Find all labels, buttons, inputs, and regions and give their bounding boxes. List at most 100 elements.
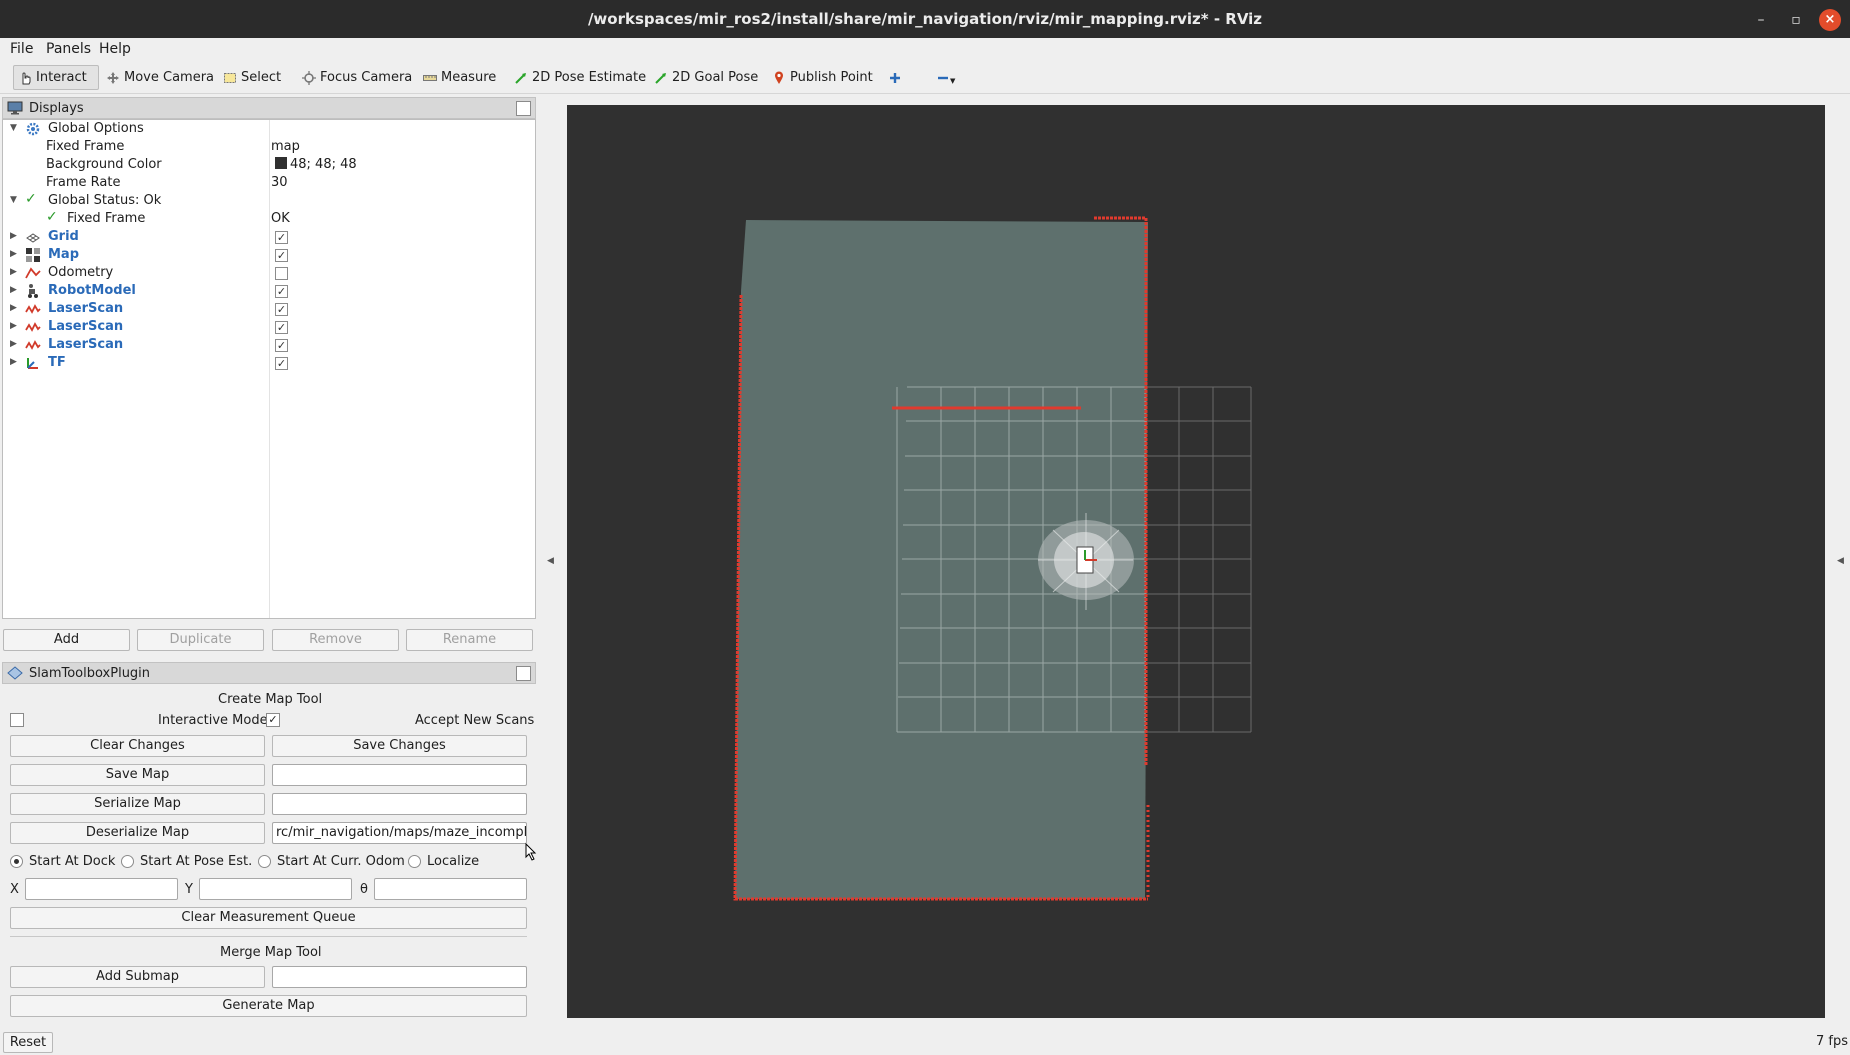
generate-map-button[interactable]: Generate Map <box>10 995 527 1017</box>
minimize-button[interactable]: – <box>1750 9 1772 31</box>
collapsed-arrow-icon[interactable]: ▶ <box>10 357 17 367</box>
add-submap-button[interactable]: Add Submap <box>10 966 265 988</box>
fixed-frame-value[interactable]: map <box>271 139 300 154</box>
tree-row-odometry[interactable]: ▶ Odometry <box>3 264 535 282</box>
deserialize-map-button[interactable]: Deserialize Map <box>10 822 265 844</box>
frame-rate-value[interactable]: 30 <box>271 175 288 190</box>
x-field[interactable] <box>25 878 178 900</box>
grid-label: Grid <box>48 229 79 244</box>
remove-tool-button[interactable]: ▼ <box>932 65 958 90</box>
deserialize-map-path-field[interactable]: rc/mir_navigation/maps/maze_incomplete <box>272 822 527 844</box>
2d-goal-pose-tool[interactable]: 2D Goal Pose <box>650 65 762 90</box>
toolbar: Interact Move Camera Select Focus Camera… <box>0 60 1850 94</box>
publish-point-label: Publish Point <box>790 70 873 85</box>
map-icon <box>26 248 40 262</box>
collapsed-arrow-icon[interactable]: ▶ <box>10 285 17 295</box>
serialize-map-name-field[interactable] <box>272 793 527 815</box>
add-display-button[interactable]: Add <box>3 629 130 651</box>
tree-row-map[interactable]: ▶ Map ✓ <box>3 246 535 264</box>
start-at-dock-radio[interactable] <box>10 855 23 868</box>
localize-label: Localize <box>427 854 480 869</box>
monitor-icon <box>7 101 23 115</box>
add-submap-field[interactable] <box>272 966 527 988</box>
start-at-curr-odom-radio[interactable] <box>258 855 271 868</box>
collapsed-arrow-icon[interactable]: ▶ <box>10 303 17 313</box>
tree-row-laserscan-3[interactable]: ▶ LaserScan ✓ <box>3 336 535 354</box>
tree-row-global-options[interactable]: ▼ Global Options <box>3 120 535 138</box>
interact-tool[interactable]: Interact <box>13 65 99 90</box>
measure-tool[interactable]: Measure <box>419 65 500 90</box>
grid-icon <box>26 233 40 243</box>
2d-pose-estimate-label: 2D Pose Estimate <box>532 70 647 85</box>
tree-row-laserscan-2[interactable]: ▶ LaserScan ✓ <box>3 318 535 336</box>
odometry-icon <box>25 267 41 279</box>
frame-rate-label: Frame Rate <box>46 175 121 190</box>
save-map-button[interactable]: Save Map <box>10 764 265 786</box>
dropdown-arrow-icon[interactable]: ▼ <box>950 77 955 85</box>
collapse-left-arrow-icon[interactable]: ◀ <box>547 556 554 566</box>
reset-button[interactable]: Reset <box>3 1032 53 1053</box>
tree-row-global-status[interactable]: ▼ ✓ Global Status: Ok <box>3 191 535 210</box>
save-changes-button[interactable]: Save Changes <box>272 735 527 757</box>
tree-row-grid[interactable]: ▶ Grid ✓ <box>3 228 535 246</box>
merge-map-tool-heading: Merge Map Tool <box>220 945 322 960</box>
slam-float-button[interactable] <box>516 666 531 681</box>
map-checkbox[interactable]: ✓ <box>275 249 288 262</box>
collapsed-arrow-icon[interactable]: ▶ <box>10 231 17 241</box>
render-viewport[interactable] <box>567 105 1825 1018</box>
publish-point-tool[interactable]: Publish Point <box>768 65 877 90</box>
add-tool-button[interactable] <box>884 65 910 90</box>
tf-checkbox[interactable]: ✓ <box>275 357 288 370</box>
move-camera-tool[interactable]: Move Camera <box>102 65 218 90</box>
expanded-arrow-icon[interactable]: ▼ <box>10 195 17 205</box>
focus-camera-tool[interactable]: Focus Camera <box>298 65 416 90</box>
robotmodel-checkbox[interactable]: ✓ <box>275 285 288 298</box>
accept-new-scans-checkbox[interactable]: ✓ <box>266 713 280 727</box>
theta-field[interactable] <box>374 878 527 900</box>
odometry-checkbox[interactable] <box>275 267 288 280</box>
clear-measurement-queue-button[interactable]: Clear Measurement Queue <box>10 907 527 929</box>
background-color-swatch[interactable]: 48; 48; 48 <box>275 157 357 172</box>
2d-pose-estimate-tool[interactable]: 2D Pose Estimate <box>510 65 650 90</box>
tree-row-tf[interactable]: ▶ TF ✓ <box>3 354 535 372</box>
collapsed-arrow-icon[interactable]: ▶ <box>10 249 17 259</box>
tree-row-frame-rate[interactable]: Frame Rate 30 <box>3 174 535 192</box>
laserscan-icon <box>25 304 41 314</box>
laserscan-icon <box>25 340 41 350</box>
menu-file[interactable]: File <box>10 41 33 57</box>
duplicate-display-button[interactable]: Duplicate <box>137 629 264 651</box>
collapse-right-arrow-icon[interactable]: ◀ <box>1837 556 1844 566</box>
collapsed-arrow-icon[interactable]: ▶ <box>10 267 17 277</box>
clear-changes-button[interactable]: Clear Changes <box>10 735 265 757</box>
menu-help[interactable]: Help <box>99 41 131 57</box>
tf-icon <box>27 358 38 369</box>
maximize-button[interactable]: ▫ <box>1785 9 1807 31</box>
menu-panels[interactable]: Panels <box>46 41 91 57</box>
laserscan-checkbox[interactable]: ✓ <box>275 339 288 352</box>
localize-radio[interactable] <box>408 855 421 868</box>
tree-row-status-fixed-frame[interactable]: ✓ Fixed Frame OK <box>3 209 535 228</box>
tree-row-laserscan-1[interactable]: ▶ LaserScan ✓ <box>3 300 535 318</box>
collapsed-arrow-icon[interactable]: ▶ <box>10 321 17 331</box>
grid-checkbox[interactable]: ✓ <box>275 231 288 244</box>
serialize-map-button[interactable]: Serialize Map <box>10 793 265 815</box>
tree-row-fixed-frame[interactable]: Fixed Frame map <box>3 138 535 156</box>
rename-display-button[interactable]: Rename <box>406 629 533 651</box>
collapsed-arrow-icon[interactable]: ▶ <box>10 339 17 349</box>
close-button[interactable]: × <box>1819 9 1841 31</box>
focus-camera-icon <box>302 70 316 85</box>
tree-row-robotmodel[interactable]: ▶ RobotModel ✓ <box>3 282 535 300</box>
displays-panel-header: Displays <box>2 97 536 119</box>
displays-float-button[interactable] <box>516 101 531 116</box>
y-field[interactable] <box>199 878 352 900</box>
laserscan-checkbox[interactable]: ✓ <box>275 303 288 316</box>
start-at-pose-est-radio[interactable] <box>121 855 134 868</box>
plus-icon <box>890 72 900 83</box>
save-map-name-field[interactable] <box>272 764 527 786</box>
laserscan-checkbox[interactable]: ✓ <box>275 321 288 334</box>
remove-display-button[interactable]: Remove <box>272 629 399 651</box>
expanded-arrow-icon[interactable]: ▼ <box>10 123 17 133</box>
select-tool[interactable]: Select <box>219 65 285 90</box>
tree-row-background-color[interactable]: Background Color 48; 48; 48 <box>3 156 535 174</box>
interactive-mode-checkbox[interactable] <box>10 713 24 727</box>
